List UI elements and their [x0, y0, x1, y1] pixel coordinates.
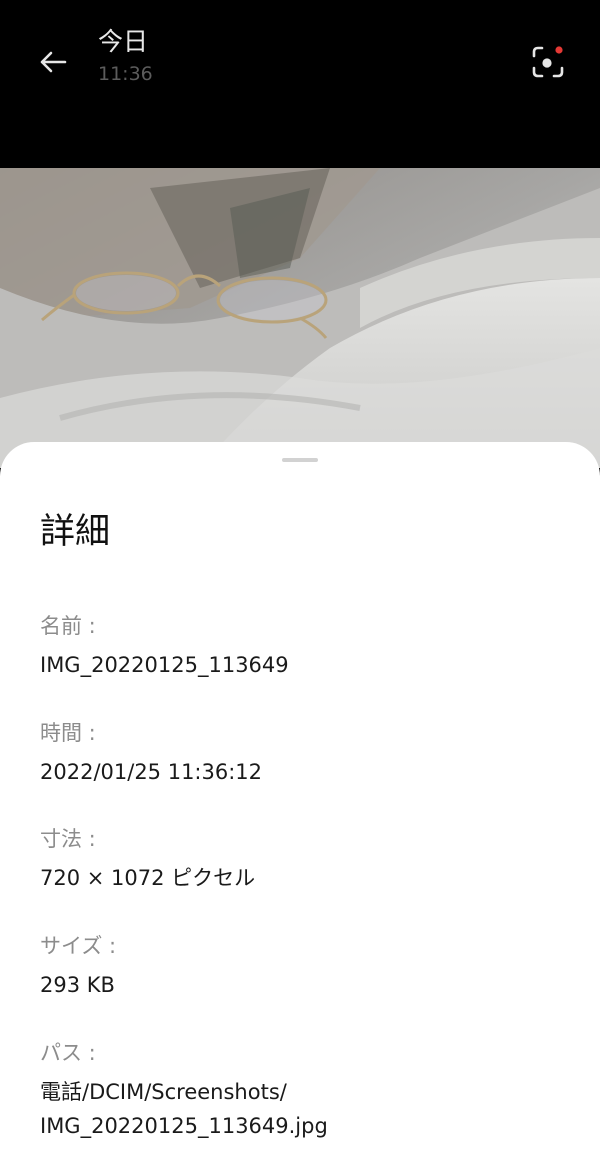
detail-label: 時間 : — [40, 721, 96, 745]
detail-value-line2: IMG_20220125_113649.jpg — [40, 1114, 328, 1138]
detail-label: 名前 : — [40, 614, 96, 638]
back-button[interactable] — [34, 42, 74, 82]
detail-value: 293 KB — [40, 973, 115, 997]
title-block: 今日 11:36 — [98, 26, 153, 86]
detail-label: サイズ : — [40, 934, 117, 958]
detail-row-dimensions: 寸法 : 720 × 1072 ピクセル — [40, 825, 570, 895]
detail-value: IMG_20220125_113649 — [40, 653, 289, 677]
page-title: 今日 — [98, 27, 149, 56]
details-title: 詳細 — [40, 512, 111, 552]
detail-value: 2022/01/25 11:36:12 — [40, 760, 263, 784]
detail-value-line1: 電話/DCIM/Screenshots/ — [40, 1080, 287, 1104]
detail-row-size: サイズ : 293 KB — [40, 932, 570, 1002]
drag-handle[interactable] — [282, 458, 318, 462]
detail-row-time: 時間 : 2022/01/25 11:36:12 — [40, 719, 570, 789]
page-subtitle-time: 11:36 — [98, 63, 153, 85]
photo-image — [0, 168, 600, 468]
arrow-left-icon — [40, 51, 67, 73]
detail-value: 720 × 1072 ピクセル — [40, 866, 256, 890]
detail-row-path: パス : 電話/DCIM/Screenshots/ IMG_20220125_1… — [40, 1039, 570, 1143]
top-app-bar: 今日 11:36 — [0, 0, 600, 168]
detail-label: パス : — [40, 1041, 96, 1065]
photo-preview[interactable] — [0, 168, 600, 468]
details-bottom-sheet[interactable]: 詳細 名前 : IMG_20220125_113649 時間 : 2022/01… — [0, 442, 600, 1168]
google-lens-icon — [532, 46, 564, 78]
detail-label: 寸法 : — [40, 827, 96, 851]
detail-row-name: 名前 : IMG_20220125_113649 — [40, 612, 570, 682]
lens-button[interactable] — [528, 42, 568, 82]
